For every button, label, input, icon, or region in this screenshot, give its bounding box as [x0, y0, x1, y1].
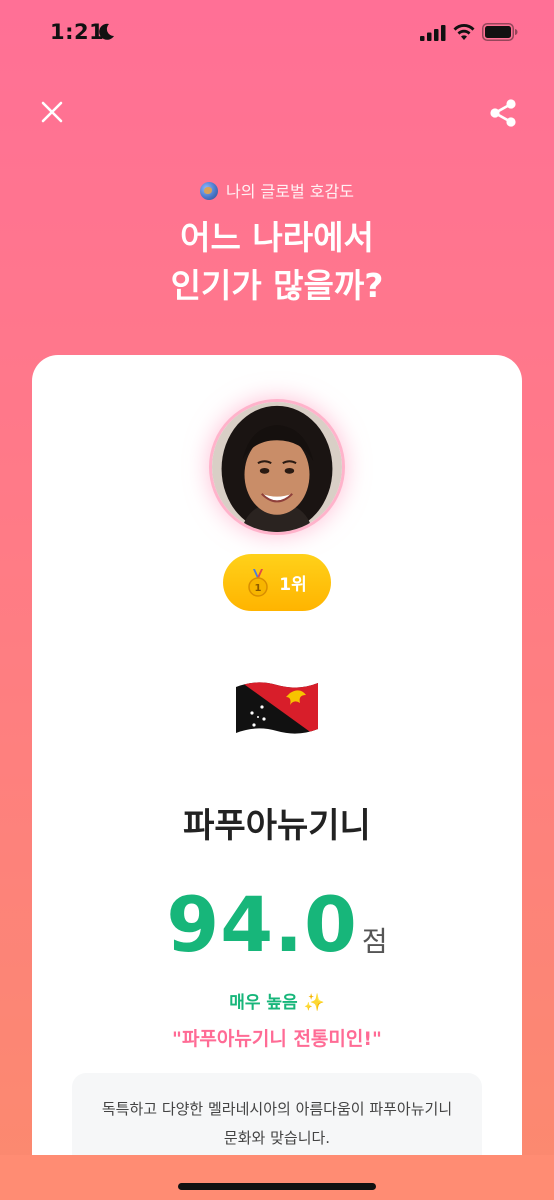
avatar: [209, 399, 345, 535]
globe-icon: [200, 182, 219, 200]
description-text: 독특하고 다양한 멜라네시아의 아름다움이 파푸아뉴기니 문화와 맞습니다.: [101, 1100, 453, 1147]
result-quote: "파푸아뉴기니 전통미인!": [172, 1028, 382, 1050]
wifi-icon: [453, 24, 475, 40]
result-card: 1 1위 파푸아뉴기니 94.0 점 매우 높음 ✨ "파푸아뉴기니 전통미인!"…: [32, 355, 522, 1200]
status-bar: 1:21: [0, 0, 554, 64]
title-line-1: 어느 나라에서: [180, 218, 374, 257]
rank-label: 1위: [279, 575, 307, 595]
score-value: 94.0: [166, 880, 358, 969]
share-icon[interactable]: [486, 96, 520, 130]
page-title: 어느 나라에서 인기가 많을까?: [0, 214, 554, 310]
rank-badge: 1 1위: [223, 554, 331, 611]
kicker-text: 나의 글로벌 호감도: [226, 182, 354, 201]
header-kicker: 나의 글로벌 호감도: [0, 178, 554, 202]
medal-icon: 1: [248, 568, 269, 597]
score-unit: 점: [361, 925, 388, 958]
avatar-photo: [212, 402, 342, 532]
battery-icon: [482, 23, 518, 41]
moon-icon: [99, 23, 114, 40]
score-display: 94.0 점: [32, 880, 522, 969]
svg-text:1: 1: [255, 583, 262, 594]
home-indicator[interactable]: [178, 1183, 376, 1190]
papua-new-guinea-flag: [236, 682, 318, 734]
cellular-signal-icon: [420, 25, 446, 41]
bottom-bar: [0, 1155, 554, 1200]
country-name: 파푸아뉴기니: [183, 806, 371, 846]
close-icon[interactable]: [36, 96, 68, 128]
title-line-2: 인기가 많을까?: [170, 266, 384, 305]
score-level: 매우 높음 ✨: [229, 993, 325, 1013]
